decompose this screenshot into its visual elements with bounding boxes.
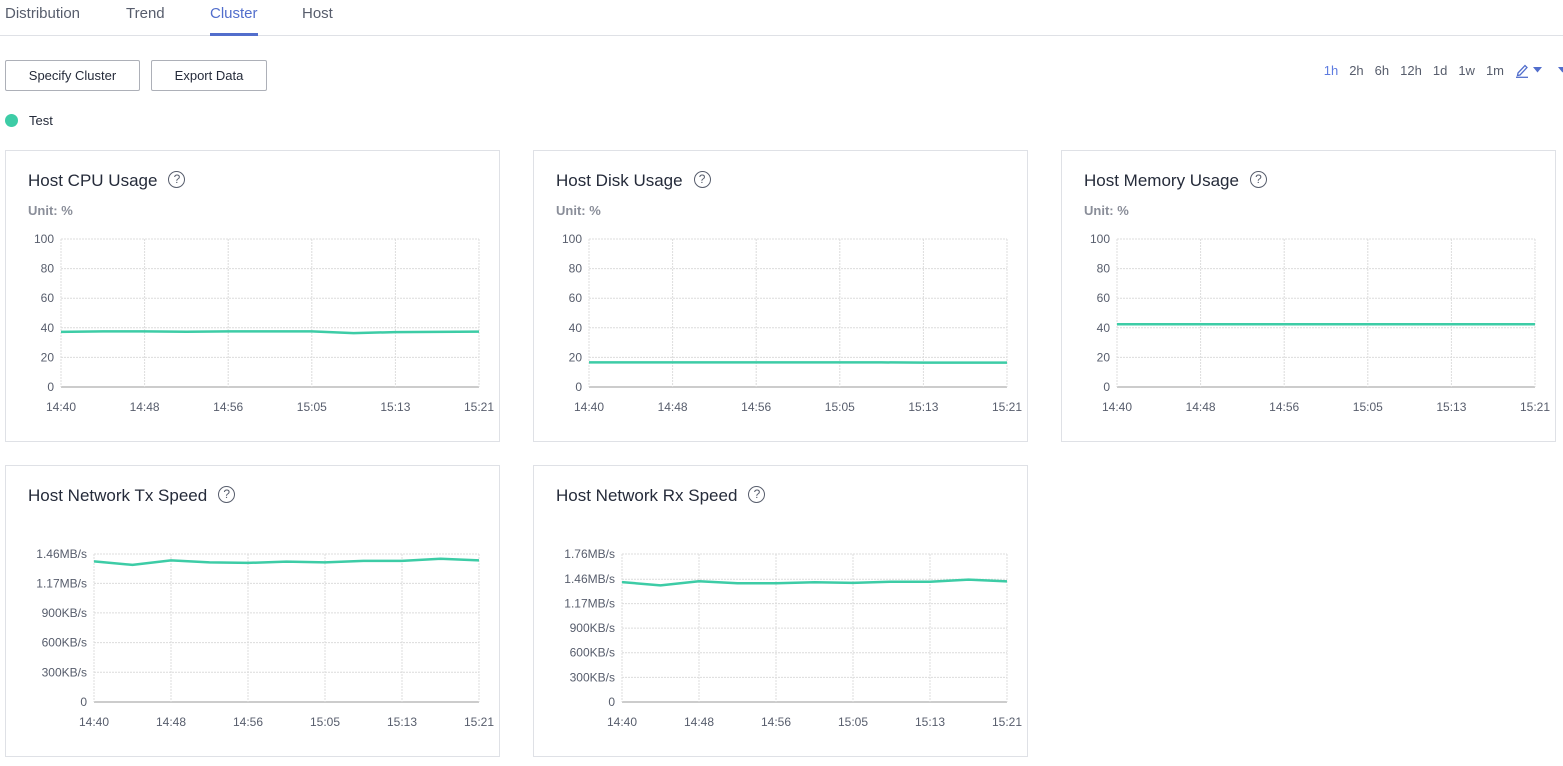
y-tick-label: 0: [47, 380, 54, 394]
tab-cluster[interactable]: Cluster: [210, 5, 258, 36]
legend: Test: [5, 113, 53, 128]
tab-bar: Distribution Trend Cluster Host: [0, 0, 1563, 36]
y-tick-label: 1.76MB/s: [564, 547, 615, 561]
y-tick-label: 300KB/s: [42, 665, 87, 679]
x-tick-label: 15:21: [992, 400, 1022, 414]
line-chart: 0 300KB/s 600KB/s 900KB/s 1.17MB/s 1.46MB/s 1.…: [564, 547, 1022, 729]
legend-label[interactable]: Test: [29, 113, 53, 128]
x-tick-label: 14:48: [1186, 400, 1216, 414]
y-tick-label: 100: [1090, 232, 1110, 246]
x-tick-label: 15:05: [825, 400, 855, 414]
y-tick-label: 80: [41, 262, 55, 276]
x-tick-label: 15:05: [297, 400, 327, 414]
y-tick-label: 0: [1103, 380, 1110, 394]
y-tick-label: 0: [575, 380, 582, 394]
x-tick-label: 14:56: [233, 715, 263, 729]
range-6h[interactable]: 6h: [1375, 63, 1389, 78]
y-tick-label: 900KB/s: [570, 621, 615, 635]
x-tick-label: 14:40: [574, 400, 604, 414]
chart-card-network-tx: Host Network Tx Speed? 0 300KB/s 600KB/s 90…: [5, 465, 500, 757]
y-tick-label: 20: [1097, 350, 1111, 364]
y-tick-label: 80: [569, 262, 583, 276]
x-tick-label: 14:48: [658, 400, 688, 414]
y-tick-label: 100: [562, 232, 582, 246]
x-tick-label: 14:56: [761, 715, 791, 729]
range-1m[interactable]: 1m: [1486, 63, 1504, 78]
y-tick-label: 20: [41, 350, 55, 364]
x-tick-label: 15:21: [1520, 400, 1550, 414]
y-tick-label: 1.46MB/s: [564, 572, 615, 586]
series-line-test: [60, 330, 480, 335]
x-tick-label: 14:48: [156, 715, 186, 729]
chart-card-disk: Host Disk Usage? Unit: % 0 20 40 60 80 100 14:…: [533, 150, 1028, 442]
x-tick-label: 14:40: [46, 400, 76, 414]
x-tick-label: 15:21: [992, 715, 1022, 729]
y-tick-label: 1.46MB/s: [36, 547, 87, 561]
series-line-test: [93, 557, 480, 567]
chart-card-cpu: Host CPU Usage? Unit: % 0 20 40 60 80 100 14:4…: [5, 150, 500, 442]
series-line-test: [621, 578, 1008, 587]
x-tick-label: 14:40: [607, 715, 637, 729]
y-tick-label: 0: [608, 695, 615, 709]
caret-down-icon[interactable]: [1533, 67, 1542, 73]
y-tick-label: 60: [41, 291, 55, 305]
specify-cluster-button[interactable]: Specify Cluster: [5, 60, 140, 91]
line-chart: 0 300KB/s 600KB/s 900KB/s 1.17MB/s 1.46MB/s 14…: [36, 547, 494, 729]
tab-distribution[interactable]: Distribution: [5, 5, 80, 36]
y-tick-label: 900KB/s: [42, 606, 87, 620]
range-2h[interactable]: 2h: [1349, 63, 1363, 78]
export-data-button[interactable]: Export Data: [151, 60, 267, 91]
x-tick-label: 14:56: [741, 400, 771, 414]
y-tick-label: 40: [1097, 321, 1111, 335]
line-chart: 0 20 40 60 80 100 14:40 14:48 14:56 15:05 15:13 15:…: [34, 232, 494, 414]
x-tick-label: 14:48: [684, 715, 714, 729]
x-tick-label: 15:05: [1353, 400, 1383, 414]
y-tick-label: 40: [569, 321, 583, 335]
y-tick-label: 100: [34, 232, 54, 246]
y-tick-label: 20: [569, 350, 583, 364]
line-chart: 0 20 40 60 80 100 14:40 14:48 14:56 15:05 15:13 15:…: [1090, 232, 1550, 414]
legend-dot: [5, 114, 18, 127]
y-tick-label: 1.17MB/s: [564, 597, 615, 611]
x-tick-label: 15:13: [908, 400, 938, 414]
x-tick-label: 14:40: [79, 715, 109, 729]
y-tick-label: 60: [1097, 291, 1111, 305]
range-1d[interactable]: 1d: [1433, 63, 1447, 78]
x-tick-label: 15:13: [387, 715, 417, 729]
caret-down-icon[interactable]: [1558, 67, 1563, 73]
chart-card-memory: Host Memory Usage? Unit: % 0 20 40 60 80 100 1…: [1061, 150, 1556, 442]
x-tick-label: 14:56: [213, 400, 243, 414]
pencil-icon[interactable]: [1515, 62, 1529, 78]
x-tick-label: 15:21: [464, 400, 494, 414]
x-tick-label: 15:21: [464, 715, 494, 729]
x-tick-label: 15:05: [310, 715, 340, 729]
y-tick-label: 600KB/s: [570, 646, 615, 660]
range-1h[interactable]: 1h: [1324, 63, 1338, 78]
line-chart: 0 20 40 60 80 100 14:40 14:48 14:56 15:05 15:13 15:…: [562, 232, 1022, 414]
range-1w[interactable]: 1w: [1458, 63, 1475, 78]
x-tick-label: 14:56: [1269, 400, 1299, 414]
time-range-selector: 1h 2h 6h 12h 1d 1w 1m: [1324, 61, 1563, 79]
y-tick-label: 40: [41, 321, 55, 335]
x-tick-label: 15:13: [380, 400, 410, 414]
y-tick-label: 600KB/s: [42, 636, 87, 650]
x-tick-label: 15:13: [1436, 400, 1466, 414]
tab-host[interactable]: Host: [302, 5, 333, 36]
range-12h[interactable]: 12h: [1400, 63, 1422, 78]
chart-card-network-rx: Host Network Rx Speed? 0 300KB/s 600KB/s 90…: [533, 465, 1028, 757]
tab-trend[interactable]: Trend: [126, 5, 165, 36]
x-tick-label: 15:05: [838, 715, 868, 729]
x-tick-label: 15:13: [915, 715, 945, 729]
y-tick-label: 0: [80, 695, 87, 709]
y-tick-label: 60: [569, 291, 583, 305]
y-tick-label: 1.17MB/s: [36, 576, 87, 590]
x-tick-label: 14:40: [1102, 400, 1132, 414]
y-tick-label: 300KB/s: [570, 670, 615, 684]
y-tick-label: 80: [1097, 262, 1111, 276]
x-tick-label: 14:48: [130, 400, 160, 414]
